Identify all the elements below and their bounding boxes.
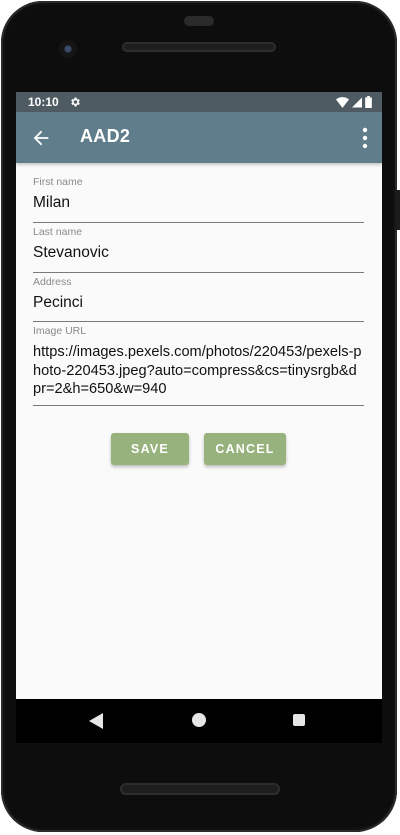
address-underline [33, 321, 364, 322]
last-name-label: Last name [33, 226, 83, 238]
bottom-speaker [120, 783, 280, 795]
wifi-icon [336, 96, 349, 108]
phone-frame: 10:10 AAD2 First name Milan Last name St… [0, 0, 400, 835]
signal-icon [352, 97, 362, 107]
first-name-input[interactable]: Milan [33, 194, 364, 212]
last-name-input[interactable]: Stevanovic [33, 244, 364, 262]
side-button [395, 190, 400, 230]
address-input[interactable]: Pecinci [33, 294, 364, 312]
first-name-field: First name Milan [33, 176, 364, 223]
arrow-back-icon[interactable] [30, 127, 52, 149]
device-screen: 10:10 AAD2 First name Milan Last name St… [16, 92, 382, 699]
nav-home-icon[interactable] [192, 713, 206, 727]
save-button[interactable]: SAVE [111, 433, 189, 465]
address-field: Address Pecinci [33, 276, 364, 322]
nav-recents-icon[interactable] [293, 714, 305, 726]
front-camera [59, 40, 77, 58]
cancel-button[interactable]: CANCEL [204, 433, 286, 465]
gear-icon [71, 97, 80, 107]
status-time: 10:10 [28, 95, 59, 109]
top-speaker [122, 42, 276, 52]
app-title: AAD2 [80, 126, 131, 146]
status-icons [336, 96, 372, 108]
battery-icon [365, 96, 372, 108]
image-url-underline [33, 405, 364, 406]
first-name-underline [33, 222, 364, 223]
top-sensor [184, 16, 214, 26]
app-bar: AAD2 [16, 112, 382, 163]
nav-back-icon[interactable] [89, 713, 103, 729]
last-name-underline [33, 272, 364, 273]
last-name-field: Last name Stevanovic [33, 226, 364, 273]
address-label: Address [33, 276, 72, 288]
first-name-label: First name [33, 176, 83, 188]
image-url-label: Image URL [33, 325, 87, 337]
image-url-input[interactable]: https://images.pexels.com/photos/220453/… [33, 343, 364, 399]
status-bar: 10:10 [16, 92, 382, 112]
more-vert-icon[interactable] [362, 127, 368, 149]
navigation-bar [16, 699, 382, 743]
image-url-field: Image URL https://images.pexels.com/phot… [33, 325, 364, 406]
